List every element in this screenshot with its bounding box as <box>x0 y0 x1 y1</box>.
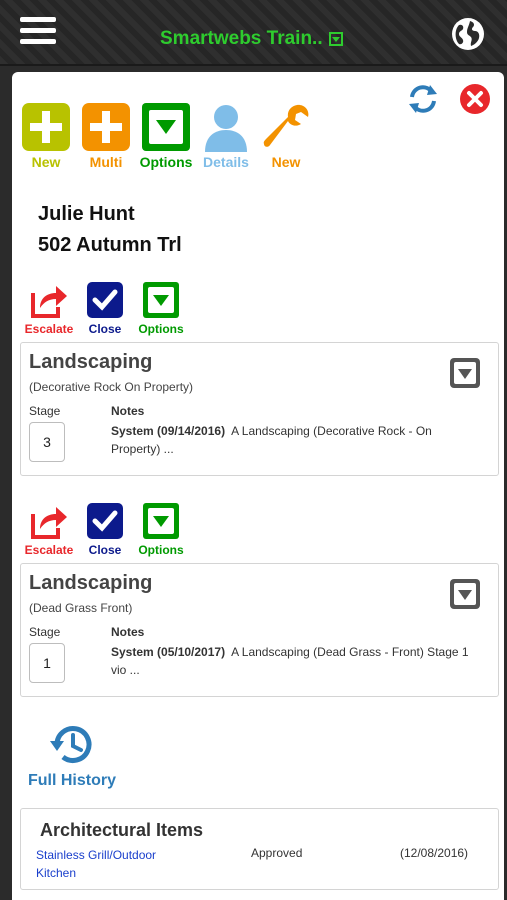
item-actions: Escalate Close Options <box>24 502 186 557</box>
hamburger-menu-icon[interactable] <box>20 17 56 47</box>
new-label: New <box>31 154 61 170</box>
dropdown-box-icon <box>143 282 179 318</box>
stage-label: Stage <box>29 404 61 418</box>
close-label: Close <box>88 543 122 557</box>
violation-card[interactable]: Landscaping (Dead Grass Front) Stage 1 N… <box>20 563 499 697</box>
notes-author: System (05/10/2017) <box>111 645 226 659</box>
close-icon[interactable] <box>458 82 492 116</box>
app-title: Smartwebs Train.. <box>160 28 323 49</box>
item-options-button[interactable]: Options <box>136 502 186 557</box>
refresh-icon[interactable] <box>406 82 440 116</box>
app-title-dropdown[interactable]: Smartwebs Train.. <box>160 28 343 50</box>
item-actions: Escalate Close Options <box>24 281 186 336</box>
card-title: Landscaping <box>29 351 153 373</box>
notes-label: Notes <box>111 625 145 639</box>
item-options-button[interactable]: Options <box>136 281 186 336</box>
full-history-button[interactable]: Full History <box>22 722 122 790</box>
notes-label: Notes <box>111 404 145 418</box>
violation-card[interactable]: Landscaping (Decorative Rock On Property… <box>20 342 499 476</box>
close-label: Close <box>88 322 122 336</box>
dropdown-box-icon <box>142 103 190 151</box>
architectural-items-title: Architectural Items <box>40 820 204 840</box>
card-title: Landscaping <box>29 572 153 594</box>
escalate-icon <box>31 286 67 318</box>
options-label: Options <box>138 543 184 557</box>
escalate-icon <box>31 507 67 539</box>
plus-icon <box>22 103 70 151</box>
checkbox-icon <box>87 503 123 539</box>
expand-toggle-icon[interactable] <box>449 357 481 389</box>
notes-author: System (09/14/2016) <box>111 424 226 438</box>
close-item-button[interactable]: Close <box>80 502 130 557</box>
dropdown-box-icon <box>143 503 179 539</box>
expand-toggle-icon[interactable] <box>449 578 481 610</box>
new-service-button[interactable]: New <box>260 102 312 170</box>
architectural-item-date: (12/08/2016) <box>400 846 469 860</box>
escalate-label: Escalate <box>24 543 74 557</box>
full-history-label: Full History <box>27 772 116 789</box>
architectural-item-link[interactable]: Stainless Grill/Outdoor Kitchen <box>36 846 176 882</box>
architectural-items-card: Architectural Items Stainless Grill/Outd… <box>20 808 499 890</box>
options-label: Options <box>139 154 193 170</box>
new-service-label: New <box>271 154 301 170</box>
card-subtitle: (Decorative Rock On Property) <box>29 380 194 394</box>
details-button[interactable]: Details <box>200 102 252 170</box>
close-item-button[interactable]: Close <box>80 281 130 336</box>
escalate-button[interactable]: Escalate <box>24 502 74 557</box>
chevron-down-icon <box>328 32 343 46</box>
work-order-panel: New Multi Options Details New Julie Hunt… <box>12 72 504 900</box>
user-icon <box>205 105 247 152</box>
history-icon <box>50 726 92 763</box>
stage-label: Stage <box>29 625 61 639</box>
checkbox-icon <box>87 282 123 318</box>
details-label: Details <box>203 154 249 170</box>
globe-icon[interactable] <box>450 16 486 52</box>
notes-text: System (05/10/2017) A Landscaping (Dead … <box>111 643 481 679</box>
top-bar: Smartwebs Train.. <box>0 0 507 66</box>
card-subtitle: (Dead Grass Front) <box>29 601 133 615</box>
notes-text: System (09/14/2016) A Landscaping (Decor… <box>111 422 481 458</box>
options-label: Options <box>138 322 184 336</box>
multi-button[interactable]: Multi <box>80 102 132 170</box>
toolbar: New Multi Options Details New <box>20 102 312 170</box>
plus-icon <box>82 103 130 151</box>
stage-value: 3 <box>29 422 65 462</box>
wrench-icon <box>263 104 309 147</box>
customer-name: Julie Hunt <box>38 203 135 225</box>
escalate-label: Escalate <box>24 322 74 336</box>
escalate-button[interactable]: Escalate <box>24 281 74 336</box>
customer-address: 502 Autumn Trl <box>38 234 182 256</box>
new-button[interactable]: New <box>20 102 72 170</box>
architectural-item-status: Approved <box>251 846 303 860</box>
options-button[interactable]: Options <box>140 102 192 170</box>
stage-value: 1 <box>29 643 65 683</box>
multi-label: Multi <box>89 154 123 170</box>
